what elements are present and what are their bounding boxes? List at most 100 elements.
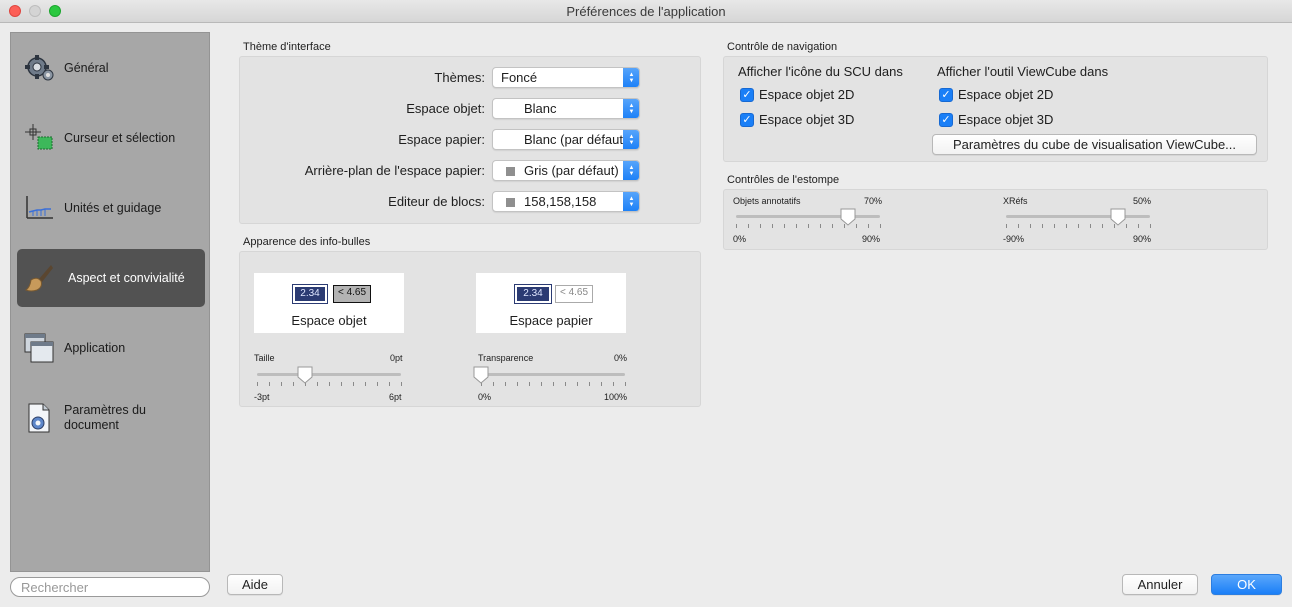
chevron-updown-icon: ▲ ▼ xyxy=(623,68,639,87)
xref-slider-label: XRéfs xyxy=(1003,196,1028,206)
transparency-slider-min: 0% xyxy=(478,392,492,402)
slider-tick xyxy=(1126,224,1127,228)
nav-section-title: Contrôle de navigation xyxy=(727,41,838,53)
viewcube-2d-label: Espace objet 2D xyxy=(958,87,1054,102)
slider-tick xyxy=(856,224,857,228)
theme-section-title: Thème d'interface xyxy=(243,41,331,53)
chevron-updown-icon: ▲ ▼ xyxy=(623,161,639,180)
themes-select[interactable]: Foncé ▲ ▼ xyxy=(492,67,640,88)
slider-tick xyxy=(389,382,390,386)
paper-background-label: Arrière-plan de l'espace papier: xyxy=(304,163,485,178)
cancel-button[interactable]: Annuler xyxy=(1122,574,1198,595)
sidebar-item-label: Curseur et sélection xyxy=(64,130,176,145)
slider-tick xyxy=(1030,224,1031,228)
transparency-slider-max: 100% xyxy=(604,392,628,402)
color-swatch xyxy=(506,198,515,207)
size-slider-thumb[interactable] xyxy=(297,366,313,384)
checkbox-checked-icon: ✓ xyxy=(939,87,953,102)
model-space-select[interactable]: Blanc ▲ ▼ xyxy=(492,98,640,119)
slider-tick xyxy=(772,224,773,228)
slider-tick xyxy=(377,382,378,386)
slider-tick xyxy=(269,382,270,386)
sidebar-item-look-and-feel[interactable]: Aspect et convivialité xyxy=(17,249,205,307)
slider-tick xyxy=(796,224,797,228)
slider-tick xyxy=(553,382,554,386)
slider-tick xyxy=(1066,224,1067,228)
viewcube-settings-button[interactable]: Paramètres du cube de visualisation View… xyxy=(932,134,1257,155)
slider-tick xyxy=(601,382,602,386)
title-bar: Préférences de l'application xyxy=(0,0,1292,23)
transparency-slider[interactable] xyxy=(481,373,625,376)
sidebar-item-general[interactable]: Général xyxy=(17,39,205,97)
fade-panel xyxy=(723,189,1268,250)
slider-tick xyxy=(281,382,282,386)
sidebar-item-label: Aspect et convivialité xyxy=(68,270,185,285)
sidebar-item-units[interactable]: Unités et guidage xyxy=(17,179,205,237)
slider-tick xyxy=(293,382,294,386)
annot-slider-label: Objets annotatifs xyxy=(733,196,801,206)
sidebar-item-application[interactable]: Application xyxy=(17,319,205,377)
model-space-tooltip-preview: 2.34 < 4.65 Espace objet xyxy=(254,273,404,333)
slider-tick xyxy=(353,382,354,386)
help-button[interactable]: Aide xyxy=(227,574,283,595)
gear-icon xyxy=(21,50,57,86)
xref-fade-slider[interactable] xyxy=(1006,215,1150,218)
transparency-slider-current: 0% xyxy=(614,353,628,363)
preview-chip-angle: < 4.65 xyxy=(333,285,371,303)
paper-space-select-value: Blanc (par défaut) xyxy=(524,132,628,147)
annotative-fade-slider[interactable] xyxy=(736,215,880,218)
viewcube-3d-checkbox[interactable]: ✓ Espace objet 3D xyxy=(939,112,1053,127)
slider-tick xyxy=(1018,224,1019,228)
sidebar: Général Curseur et sélection Unités et g… xyxy=(10,32,210,572)
ucs-3d-checkbox[interactable]: ✓ Espace objet 3D xyxy=(740,112,854,127)
size-slider[interactable] xyxy=(257,373,401,376)
slider-tick xyxy=(541,382,542,386)
transparency-slider-thumb[interactable] xyxy=(473,366,489,384)
slider-tick xyxy=(257,382,258,386)
preview-chip-value: 2.34 xyxy=(292,284,328,304)
slider-tick xyxy=(401,382,402,386)
slider-tick xyxy=(1042,224,1043,228)
block-editor-label: Editeur de blocs: xyxy=(388,194,485,209)
viewcube-2d-checkbox[interactable]: ✓ Espace objet 2D xyxy=(939,87,1053,102)
slider-tick xyxy=(529,382,530,386)
slider-tick xyxy=(613,382,614,386)
slider-tick xyxy=(1150,224,1151,228)
paper-space-select[interactable]: Blanc (par défaut) ▲ ▼ xyxy=(492,129,640,150)
paper-background-select[interactable]: Gris (par défaut) ▲ ▼ xyxy=(492,160,640,181)
slider-tick xyxy=(880,224,881,228)
annot-slider-thumb[interactable] xyxy=(840,208,856,226)
ok-button[interactable]: OK xyxy=(1211,574,1282,595)
search-input[interactable] xyxy=(10,577,210,597)
size-slider-min: -3pt xyxy=(254,392,270,402)
model-space-label: Espace objet: xyxy=(406,101,485,116)
chevron-updown-icon: ▲ ▼ xyxy=(623,192,639,211)
size-slider-max: 6pt xyxy=(389,392,402,402)
units-graph-icon xyxy=(21,190,57,226)
ucs-2d-label: Espace objet 2D xyxy=(759,87,855,102)
sidebar-item-label: Application xyxy=(64,340,126,355)
xref-slider-thumb[interactable] xyxy=(1110,208,1126,226)
transparency-slider-label: Transparence xyxy=(478,353,534,363)
annot-slider-current: 70% xyxy=(864,196,883,206)
slider-tick xyxy=(1090,224,1091,228)
preview-chip-angle: < 4.65 xyxy=(555,285,593,303)
slider-tick xyxy=(760,224,761,228)
slider-tick xyxy=(808,224,809,228)
sidebar-item-cursor-selection[interactable]: Curseur et sélection xyxy=(17,109,205,167)
document-gear-icon xyxy=(21,400,57,436)
themes-label: Thèmes: xyxy=(434,70,485,85)
paper-space-label: Espace papier: xyxy=(398,132,485,147)
slider-tick xyxy=(748,224,749,228)
annot-slider-max: 90% xyxy=(862,234,881,244)
slider-tick xyxy=(365,382,366,386)
preview-label: Espace objet xyxy=(291,313,367,328)
xref-slider-min: -90% xyxy=(1003,234,1025,244)
cursor-selection-icon xyxy=(21,120,57,156)
block-editor-select[interactable]: 158,158,158 ▲ ▼ xyxy=(492,191,640,212)
ucs-2d-checkbox[interactable]: ✓ Espace objet 2D xyxy=(740,87,854,102)
chevron-updown-icon: ▲ ▼ xyxy=(623,99,639,118)
sidebar-item-document-settings[interactable]: Paramètres du document xyxy=(17,389,205,447)
ucs-3d-label: Espace objet 3D xyxy=(759,112,855,127)
windows-icon xyxy=(21,330,57,366)
